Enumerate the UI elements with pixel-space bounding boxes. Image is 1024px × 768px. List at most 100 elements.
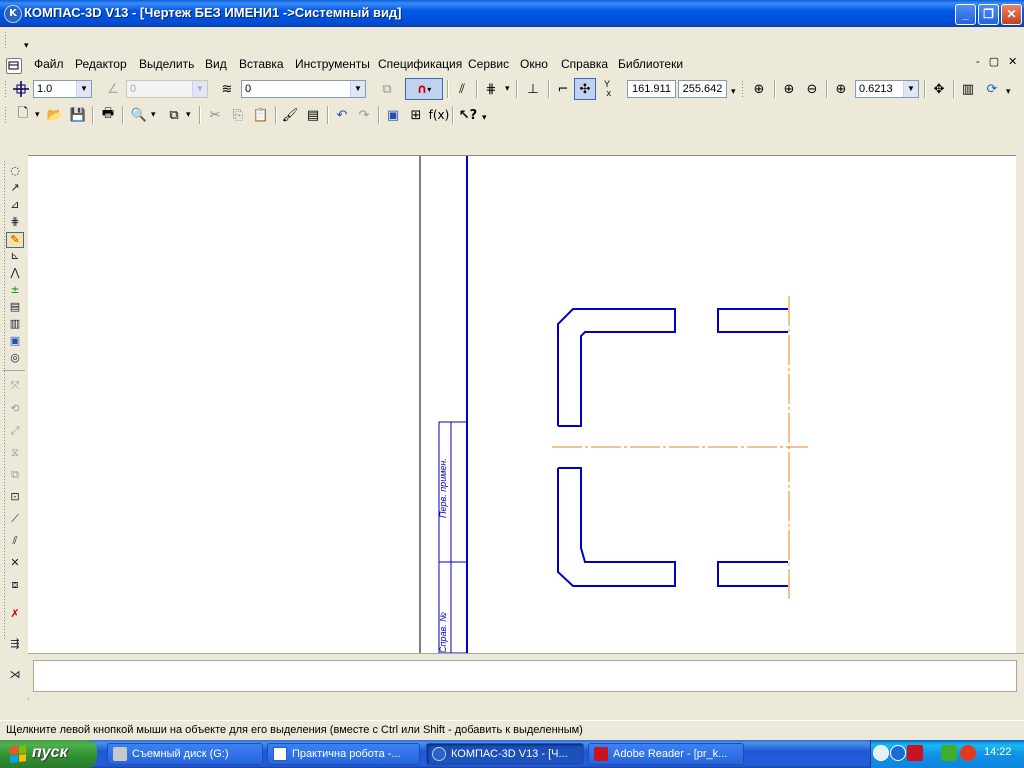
paste-icon[interactable]: 📋 [250,104,272,126]
measurements-icon[interactable]: ⊾ [6,249,24,265]
task-word-document[interactable]: Практична робота -... [267,743,420,765]
context-help-icon[interactable]: ↖? [457,104,479,126]
new-document-icon[interactable]: 🗋 [12,104,34,126]
tray-network-icon[interactable] [941,745,957,761]
undo-icon[interactable]: ↶ [331,104,353,126]
trim-curve-icon[interactable]: ⟋ [6,512,24,528]
copy-array-icon[interactable]: ⧉ [6,468,24,484]
layers-icon[interactable]: ≋ [216,78,238,100]
toolbar-grip[interactable] [4,80,7,98]
chevron-down-icon[interactable]: ▾ [505,83,510,94]
coord-y-field[interactable]: 255.642 [678,80,727,98]
tray-antivirus-icon[interactable] [907,745,923,761]
parametrization-icon[interactable]: ✎ [6,232,24,248]
toolbar-overflow-icon[interactable]: ▾ [24,40,29,51]
chevron-down-icon[interactable]: ▾ [35,109,40,120]
task-removable-disk[interactable]: Съемный диск (G:) [107,743,263,765]
chevron-down-icon[interactable]: ▾ [186,109,191,120]
trim-two-points-icon[interactable]: ⫽ [6,534,24,550]
grid-icon[interactable]: ⋕ [480,78,502,100]
geometry-icon[interactable]: ◌ [6,164,24,180]
associative-views-icon[interactable]: ± [6,283,24,299]
toolbar-grip[interactable] [4,31,7,49]
cursor-step-icon[interactable] [10,78,32,100]
scale-icon[interactable]: ⤢ [6,424,24,440]
pan-icon[interactable]: ✥ [928,78,950,100]
zoom-window-icon[interactable]: ⊕ [748,78,770,100]
show-all-icon[interactable]: ▥ [957,78,979,100]
mdi-window-controls[interactable]: - ▢ ✕ [976,55,1020,68]
dimensions-icon[interactable]: ↗ [6,181,24,197]
fillet-icon[interactable]: ⧈ [6,578,24,594]
tray-back-icon[interactable] [873,745,889,761]
properties-icon[interactable]: ▤ [302,104,324,126]
ortho-mode-icon[interactable]: ⌐ [552,78,574,100]
variables-icon[interactable]: ⊞ [405,104,427,126]
menu-select[interactable]: Выделить [139,57,194,71]
drawing-area[interactable] [28,156,1022,653]
tray-alert-icon[interactable] [960,745,976,761]
refresh-icon[interactable]: ⟳ [981,78,1003,100]
close-button[interactable]: ✕ [1001,4,1022,25]
zoom-out-icon[interactable]: ⊖ [801,78,823,100]
menu-libraries[interactable]: Библиотеки [618,57,683,71]
menu-help[interactable]: Справка [561,57,608,71]
toolbar-overflow-icon[interactable]: ▾ [482,112,487,123]
open-folder-icon[interactable]: 📂 [44,104,66,126]
manager-icon[interactable]: ⧉ [163,104,185,126]
menu-specification[interactable]: Спецификация [378,57,462,71]
task-adobe-reader[interactable]: Adobe Reader - [pr_k... [588,743,744,765]
menu-window[interactable]: Окно [520,57,548,71]
library-icon[interactable]: ◎ [6,351,24,367]
toolbar-grip[interactable] [4,106,7,124]
menu-insert[interactable]: Вставка [239,57,284,71]
manager-library-icon[interactable]: ▣ [382,104,404,126]
chevron-down-icon[interactable]: ▼ [903,81,918,97]
part-upper-left[interactable] [557,308,676,427]
print-icon[interactable]: 🖶 [97,104,119,126]
maximize-button[interactable]: ❐ [978,4,999,25]
part-upper-right[interactable] [717,308,788,333]
designations-icon[interactable]: ⊿ [6,198,24,214]
toolbar-overflow-icon[interactable]: ▾ [1006,86,1011,97]
part-lower-right[interactable] [717,561,788,587]
insert-icon[interactable]: ▣ [6,334,24,350]
mirror-icon[interactable]: ⧖ [6,446,24,462]
deform-icon[interactable]: ⊡ [6,490,24,506]
properties-panel-area[interactable] [33,660,1017,692]
drawing-canvas[interactable] [28,155,1022,653]
tray-download-icon[interactable] [890,745,906,761]
kompas-app-icon[interactable]: K [4,5,22,23]
layer-properties-icon[interactable]: ⧉ [376,78,398,100]
zoom-combo[interactable]: 0.6213 ▼ [855,80,919,98]
chevron-down-icon[interactable]: ▾ [151,109,156,120]
menu-view[interactable]: Вид [205,57,227,71]
part-lower-left[interactable] [557,467,676,587]
chevron-down-icon[interactable]: ▼ [350,81,365,97]
copy-properties-icon[interactable]: 🖌 [279,104,301,126]
round-coords-icon[interactable]: ✣ [574,78,596,100]
specification-icon[interactable]: ▤ [6,300,24,316]
chevron-down-icon[interactable]: ▼ [76,81,91,97]
snap-magnet-button[interactable]: ∩ ▾ [405,78,443,100]
menu-editor[interactable]: Редактор [75,57,127,71]
layer-combo[interactable]: 0 ▼ [241,80,366,98]
task-kompas[interactable]: КОМПАС-3D V13 - [Ч... [426,743,584,765]
rotate-icon[interactable]: ⟲ [6,402,24,418]
document-menu-icon[interactable] [6,58,22,74]
local-cs-icon[interactable]: ⊥ [522,78,544,100]
menu-tools[interactable]: Инструменты [295,57,370,71]
copy-icon[interactable]: ⎘ [227,104,249,126]
reports-icon[interactable]: ▥ [6,317,24,333]
delete-icon[interactable]: ✗ [6,607,24,623]
toolbar-overflow-icon[interactable]: ▾ [731,86,736,97]
move-icon[interactable]: ⤧ [6,379,24,395]
coord-x-field[interactable]: 161.911 [627,80,676,98]
preview-icon[interactable]: 🔍 [128,104,150,126]
step-combo[interactable]: 1.0 ▼ [33,80,92,98]
zoom-scale-icon[interactable]: ⊕ [830,78,852,100]
cut-icon[interactable]: ✂ [204,104,226,126]
editing-icon[interactable]: ⋕ [6,215,24,231]
cleanup-icon[interactable]: ⇶ [6,637,24,653]
save-icon[interactable]: 💾 [67,104,89,126]
